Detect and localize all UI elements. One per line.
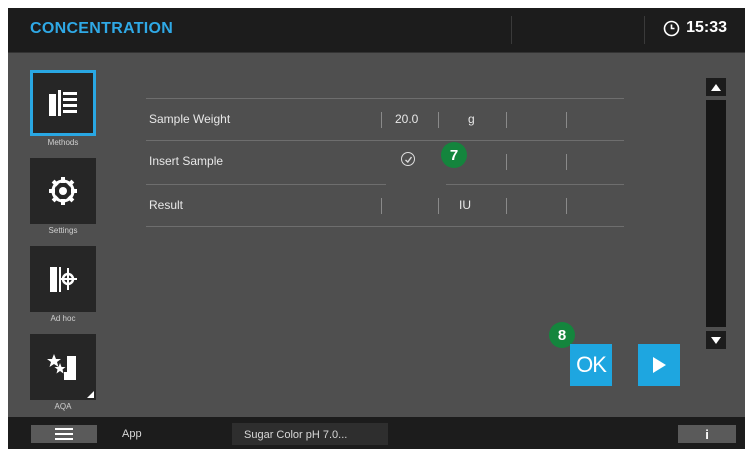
cell-divider: [566, 154, 567, 170]
scrollbar[interactable]: [706, 78, 726, 351]
table-row-sample-weight: Sample Weight 20.0 g: [146, 100, 624, 140]
sidebar-item-ad-hoc[interactable]: Ad hoc: [30, 246, 100, 323]
arrow-down-icon: [711, 336, 721, 344]
sidebar-item-label: Ad hoc: [50, 314, 76, 323]
page-title: CONCENTRATION: [30, 20, 174, 37]
ad-hoc-button[interactable]: [30, 246, 96, 312]
top-divider: [511, 16, 512, 44]
clock-icon: [663, 20, 680, 36]
sidebar-item-settings[interactable]: Settings: [30, 158, 100, 235]
cell-divider: [381, 112, 382, 128]
bottom-bar: App Sugar Color pH 7.0... i: [8, 417, 745, 449]
sidebar-item-label: AQA: [54, 402, 72, 411]
submenu-indicator-icon: [87, 391, 94, 398]
start-button[interactable]: [638, 344, 680, 386]
row-label: Sample Weight: [149, 112, 231, 126]
cell-divider: [566, 112, 567, 128]
methods-button[interactable]: [30, 70, 96, 136]
settings-button[interactable]: [30, 158, 96, 224]
top-bar: CONCENTRATION 15:33: [8, 8, 745, 53]
sample-weight-unit: g: [468, 112, 475, 126]
cell-divider: [506, 198, 507, 214]
result-unit: IU: [459, 198, 471, 212]
table-divider: [146, 226, 624, 227]
table-divider: [446, 184, 624, 185]
sidebar: Methods Settings Ad hoc AQA: [8, 58, 118, 418]
menu-button[interactable]: [31, 425, 97, 443]
table-divider: [146, 184, 386, 185]
scroll-track[interactable]: [706, 100, 726, 327]
sidebar-item-label: Settings: [48, 226, 78, 235]
arrow-up-icon: [711, 83, 721, 91]
cell-divider: [381, 198, 382, 214]
methods-list-icon: [49, 90, 77, 116]
top-divider: [644, 16, 645, 44]
aqa-button[interactable]: [30, 334, 96, 400]
ok-button[interactable]: OK: [570, 344, 612, 386]
gear-icon: [49, 177, 77, 205]
sidebar-item-aqa[interactable]: AQA: [30, 334, 100, 411]
checkmark-icon: [401, 152, 415, 166]
clock-time: 15:33: [686, 19, 727, 36]
row-label: Result: [149, 198, 184, 212]
current-method-field[interactable]: Sugar Color pH 7.0...: [232, 423, 388, 445]
scroll-up-button[interactable]: [706, 78, 726, 96]
table-divider: [146, 98, 624, 99]
row-label: Insert Sample: [149, 154, 224, 168]
cell-divider: [438, 198, 439, 214]
aqa-stars-icon: [47, 354, 76, 380]
scroll-down-button[interactable]: [706, 331, 726, 349]
table-row-insert-sample: Insert Sample: [146, 142, 624, 182]
instrument-screen: CONCENTRATION 15:33 Methods Settings Ad …: [8, 8, 745, 449]
play-icon: [653, 357, 666, 373]
hamburger-menu-icon: [55, 428, 73, 440]
clock: 15:33: [663, 19, 727, 37]
ad-hoc-icon: [50, 267, 77, 292]
cell-divider: [566, 198, 567, 214]
table-divider: [146, 140, 624, 141]
step-badge-7: 7: [441, 142, 467, 168]
cell-divider: [506, 112, 507, 128]
cell-divider: [438, 112, 439, 128]
table-row-result: Result IU: [146, 186, 624, 226]
info-button[interactable]: i: [678, 425, 736, 443]
sidebar-item-label: Methods: [47, 138, 79, 147]
sample-weight-value[interactable]: 20.0: [395, 112, 418, 126]
app-label: App: [122, 428, 142, 440]
cell-divider: [506, 154, 507, 170]
sidebar-item-methods[interactable]: Methods: [30, 70, 100, 147]
